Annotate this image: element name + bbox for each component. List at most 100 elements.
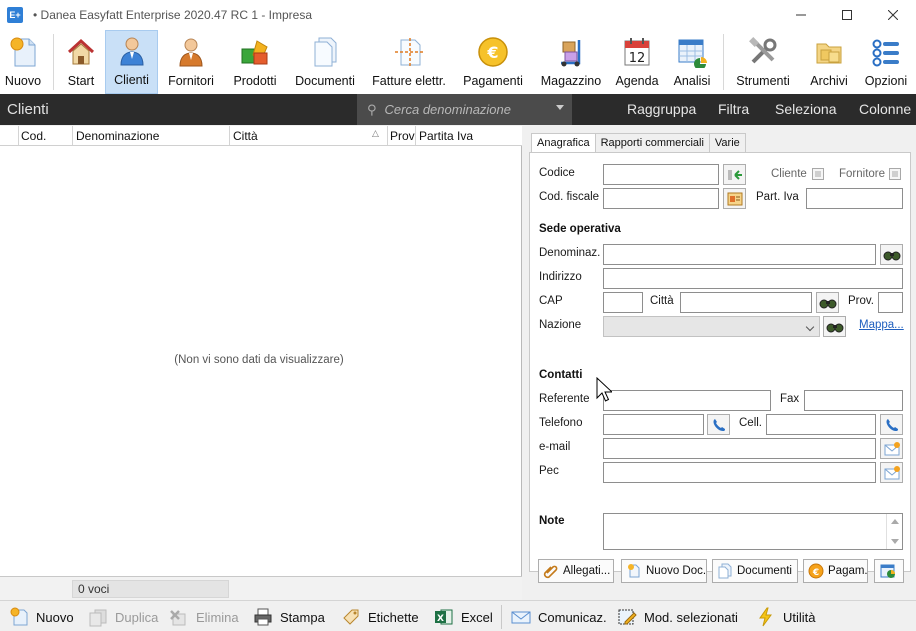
search-box[interactable]: ⚲ Cerca denominazione — [357, 94, 572, 125]
denominaz-field[interactable] — [603, 244, 876, 265]
ribbon-agenda-button[interactable]: 12 Agenda — [612, 30, 662, 94]
elimina-button[interactable]: Elimina — [169, 606, 239, 628]
column-header-cod[interactable]: Cod. — [21, 129, 46, 143]
clients-grid[interactable]: Cod. Denominazione Città △ Prov Partita … — [0, 126, 522, 600]
tab-varie[interactable]: Varie — [708, 133, 746, 153]
main-ribbon: Nuovo Start Clienti Fornitori Prodotti D… — [0, 30, 916, 94]
seleziona-link[interactable]: Seleziona — [775, 101, 837, 117]
column-divider — [387, 126, 388, 145]
nuovo-doc-button[interactable]: Nuovo Doc. — [621, 559, 707, 583]
etichette-label: Etichette — [368, 609, 419, 625]
send-email-button[interactable] — [880, 438, 903, 459]
search-citta-button[interactable] — [816, 292, 839, 313]
ribbon-opzioni-button[interactable]: Opzioni — [861, 30, 911, 94]
telefono-field[interactable] — [603, 414, 704, 435]
scroll-down-icon[interactable] — [891, 539, 899, 544]
call-cell-button[interactable] — [880, 414, 903, 435]
allegati-button[interactable]: Allegati... — [538, 559, 614, 583]
mod-selezionati-button[interactable]: Mod. selezionati — [617, 606, 738, 628]
documenti-label: Documenti — [737, 565, 792, 577]
mappa-link[interactable]: Mappa... — [859, 319, 904, 331]
citta-field[interactable] — [680, 292, 812, 313]
part-iva-label: Part. Iva — [756, 191, 799, 203]
duplica-button[interactable]: Duplica — [88, 606, 158, 628]
envelope-icon — [884, 465, 900, 479]
fax-field[interactable] — [804, 390, 903, 411]
minimize-button[interactable] — [778, 0, 824, 30]
analysis-button[interactable] — [874, 559, 904, 583]
ribbon-label: Pagamenti — [463, 74, 523, 88]
email-field[interactable] — [603, 438, 876, 459]
next-code-button[interactable] — [723, 164, 746, 185]
anagrafica-form: Codice Cliente Fornitore Cod. fiscale Pa… — [529, 152, 911, 572]
column-header-partita-iva[interactable]: Partita Iva — [419, 129, 473, 143]
comunicaz-button[interactable]: Comunicaz. — [511, 606, 607, 628]
call-telefono-button[interactable] — [707, 414, 730, 435]
ribbon-strumenti-button[interactable]: Strumenti — [731, 30, 795, 94]
ribbon-analisi-button[interactable]: Analisi — [668, 30, 716, 94]
documenti-button[interactable]: Documenti — [712, 559, 798, 583]
search-nazione-button[interactable] — [823, 316, 846, 337]
email-label: e-mail — [539, 441, 571, 453]
ribbon-label: Start — [67, 74, 95, 88]
nazione-select[interactable] — [603, 316, 820, 337]
ribbon-prodotti-button[interactable]: Prodotti — [228, 30, 282, 94]
ribbon-archivi-button[interactable]: Archivi — [805, 30, 853, 94]
maximize-button[interactable] — [824, 0, 870, 30]
ribbon-start-button[interactable]: Start — [58, 30, 104, 94]
note-scrollbar[interactable] — [886, 514, 902, 549]
ribbon-fatture-elettr-button[interactable]: Fatture elettr. — [366, 30, 452, 94]
excel-button[interactable]: X Excel — [434, 606, 493, 628]
fornitore-checkbox[interactable] — [889, 168, 901, 180]
ribbon-label: Analisi — [673, 74, 711, 88]
search-dropdown-icon[interactable] — [556, 105, 564, 110]
ribbon-fornitori-button[interactable]: Fornitori — [164, 30, 218, 94]
grid-footer: 0 voci — [0, 576, 522, 600]
telefono-label: Telefono — [539, 417, 583, 429]
close-button[interactable] — [870, 0, 916, 30]
comunicaz-label: Comunicaz. — [538, 609, 607, 625]
cap-field[interactable] — [603, 292, 643, 313]
utilita-button[interactable]: Utilità — [756, 606, 816, 628]
indirizzo-field[interactable] — [603, 268, 903, 289]
ribbon-label: Fornitori — [168, 74, 214, 88]
cell-field[interactable] — [766, 414, 876, 435]
stampa-button[interactable]: Stampa — [253, 606, 325, 628]
column-header-denominazione[interactable]: Denominazione — [76, 129, 159, 143]
etichette-button[interactable]: Etichette — [341, 606, 419, 628]
column-header-citta[interactable]: Città — [233, 129, 258, 143]
label-tag-icon — [341, 607, 361, 627]
ribbon-nuovo-button[interactable]: Nuovo — [1, 30, 45, 94]
ribbon-magazzino-button[interactable]: Magazzino — [538, 30, 604, 94]
codice-field[interactable] — [603, 164, 719, 185]
ribbon-pagamenti-button[interactable]: € Pagamenti — [460, 30, 526, 94]
calendar-icon: 12 — [620, 35, 654, 69]
filtra-link[interactable]: Filtra — [718, 101, 749, 117]
raggruppa-link[interactable]: Raggruppa — [627, 101, 696, 117]
duplicate-icon — [88, 607, 108, 627]
search-denominaz-button[interactable] — [880, 244, 903, 265]
send-pec-button[interactable] — [880, 462, 903, 483]
tab-anagrafica[interactable]: Anagrafica — [531, 133, 596, 154]
prov-field[interactable] — [878, 292, 903, 313]
pec-field[interactable] — [603, 462, 876, 483]
note-textarea[interactable] — [603, 513, 903, 550]
phone-icon — [886, 418, 898, 431]
ribbon-documenti-button[interactable]: Documenti — [292, 30, 358, 94]
cod-fiscale-field[interactable] — [603, 188, 719, 209]
scroll-up-icon[interactable] — [891, 519, 899, 524]
colonne-link[interactable]: Colonne — [859, 101, 911, 117]
ribbon-clienti-button[interactable]: Clienti — [105, 30, 158, 94]
cod-fiscale-label: Cod. fiscale — [539, 191, 600, 203]
arrow-left-icon — [727, 169, 742, 180]
column-header-prov[interactable]: Prov — [390, 129, 415, 143]
pagamenti-button[interactable]: € Pagam. — [803, 559, 868, 583]
part-iva-field[interactable] — [806, 188, 903, 209]
toolbar-divider — [501, 605, 502, 629]
tab-rapporti-commerciali[interactable]: Rapporti commerciali — [594, 133, 710, 153]
nuovo-button[interactable]: Nuovo — [9, 606, 74, 628]
cliente-checkbox[interactable] — [812, 168, 824, 180]
section-header-bar: Clienti ⚲ Cerca denominazione Raggruppa … — [0, 94, 916, 125]
referente-field[interactable] — [603, 390, 771, 411]
tax-code-calculator-button[interactable] — [723, 188, 746, 209]
